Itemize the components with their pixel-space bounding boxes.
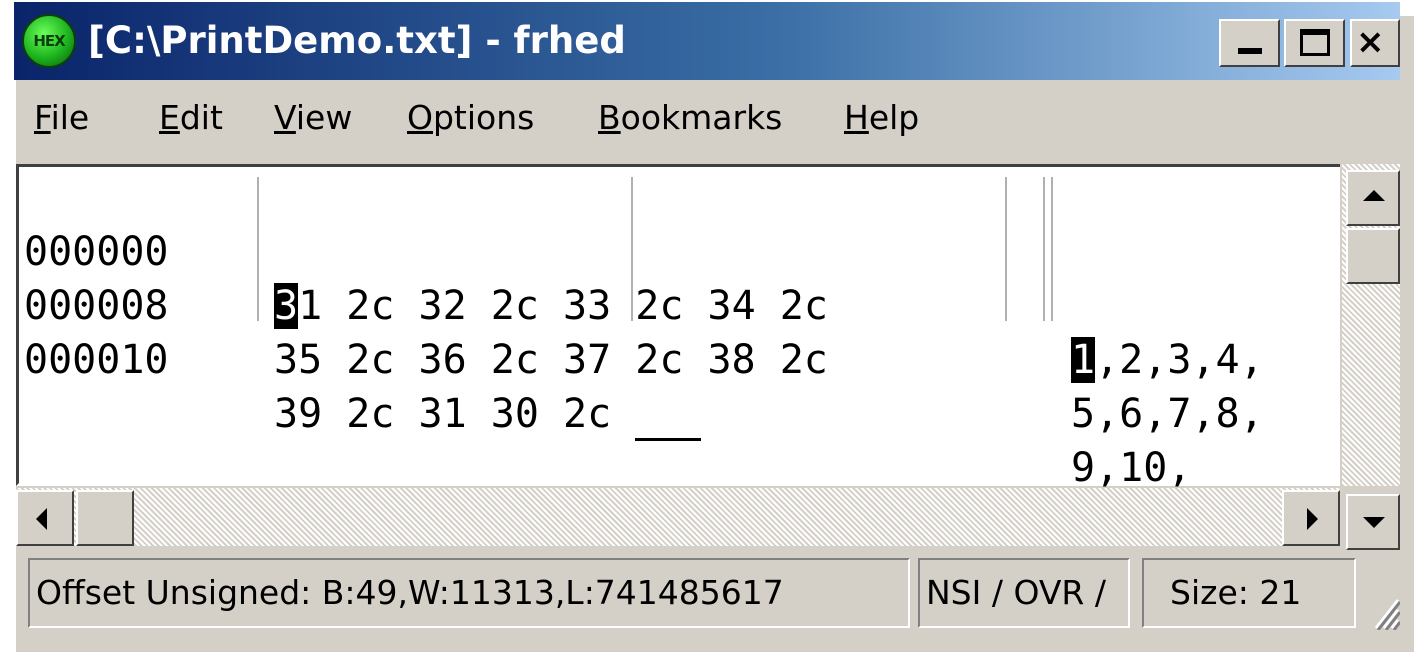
window-title: [C:\PrintDemo.txt] - frhed: [88, 19, 626, 62]
title-bar[interactable]: HEX [C:\PrintDemo.txt] - frhed ×: [14, 2, 1400, 80]
hex-editor-area[interactable]: 000000 31 2c 32 2c 33 2c 34 2c 1,2,3,4, …: [16, 164, 1340, 491]
menu-edit[interactable]: Edit: [159, 96, 223, 140]
scroll-left-button[interactable]: [16, 490, 74, 546]
row-hex-bytes[interactable]: 31 2c 32 2c 33 2c 34 2c: [274, 279, 828, 333]
scroll-up-button[interactable]: [1346, 170, 1400, 226]
resize-grip-icon[interactable]: [1370, 590, 1400, 630]
row-hex-bytes[interactable]: 35 2c 36 2c 37 2c 38 2c: [274, 333, 828, 387]
status-bar: Offset Unsigned: B:49,W:11313,L:74148561…: [14, 556, 1400, 638]
hex-row: 000000 31 2c 32 2c 33 2c 34 2c 1,2,3,4,: [19, 171, 1264, 383]
menu-bookmarks[interactable]: Bookmarks: [598, 96, 782, 140]
close-button[interactable]: ×: [1350, 19, 1400, 67]
menu-file[interactable]: File: [34, 96, 89, 140]
ascii-cursor[interactable]: 1: [1071, 337, 1096, 383]
menu-options[interactable]: Options: [407, 96, 534, 140]
status-offset-info: Offset Unsigned: B:49,W:11313,L:74148561…: [28, 558, 910, 628]
vertical-scroll-thumb[interactable]: [1346, 228, 1400, 284]
hex-row: 000010 39 2c 31 30 2c 9,10,: [19, 279, 1191, 491]
minimize-button[interactable]: [1219, 19, 1280, 67]
frhed-app-icon[interactable]: HEX: [22, 14, 76, 68]
horizontal-scroll-thumb[interactable]: [76, 490, 134, 546]
hex-end-separator: [1005, 177, 1007, 321]
arrow-up-icon: [1363, 190, 1385, 201]
row-hex-values[interactable]: 39 2c 31 30 2c: [274, 391, 611, 437]
row-ascii[interactable]: 9,10,: [1071, 441, 1191, 495]
menu-help[interactable]: Help: [844, 96, 919, 140]
row-hex-bytes[interactable]: 39 2c 31 30 2c: [274, 387, 702, 441]
hex-cursor[interactable]: 3: [274, 283, 299, 329]
offset-separator: [257, 177, 259, 321]
menu-view[interactable]: View: [274, 96, 352, 140]
arrow-left-icon: [36, 508, 47, 530]
arrow-right-icon: [1307, 508, 1318, 530]
row-ascii-rest[interactable]: ,2,3,4,: [1095, 337, 1264, 383]
append-position-cursor[interactable]: [635, 387, 702, 441]
scroll-right-button[interactable]: [1282, 490, 1340, 546]
horizontal-scrollbar[interactable]: [16, 488, 1340, 546]
minimize-icon: [1238, 48, 1262, 54]
row-hex-rest[interactable]: 1 2c 32 2c 33 2c 34 2c: [298, 283, 828, 329]
hex-row: 000008 35 2c 36 2c 37 2c 38 2c 5,6,7,8,: [19, 225, 1264, 437]
menu-bar: File Edit View Options Bookmarks Help: [14, 82, 1400, 162]
row-offset: 000010: [24, 337, 169, 383]
close-icon: ×: [1356, 22, 1385, 62]
scroll-down-button[interactable]: [1346, 494, 1400, 550]
row-ascii[interactable]: 5,6,7,8,: [1071, 387, 1264, 441]
status-size: Size: 21: [1142, 558, 1356, 628]
arrow-down-icon: [1363, 517, 1385, 528]
maximize-button[interactable]: [1284, 19, 1345, 67]
vertical-scrollbar[interactable]: [1342, 164, 1400, 550]
maximize-icon: [1300, 29, 1330, 56]
row-ascii[interactable]: 1,2,3,4,: [1071, 333, 1264, 387]
ascii-separator-right: [1051, 177, 1053, 321]
ascii-separator-left: [1043, 177, 1045, 321]
status-mode: NSI / OVR /: [918, 558, 1130, 628]
